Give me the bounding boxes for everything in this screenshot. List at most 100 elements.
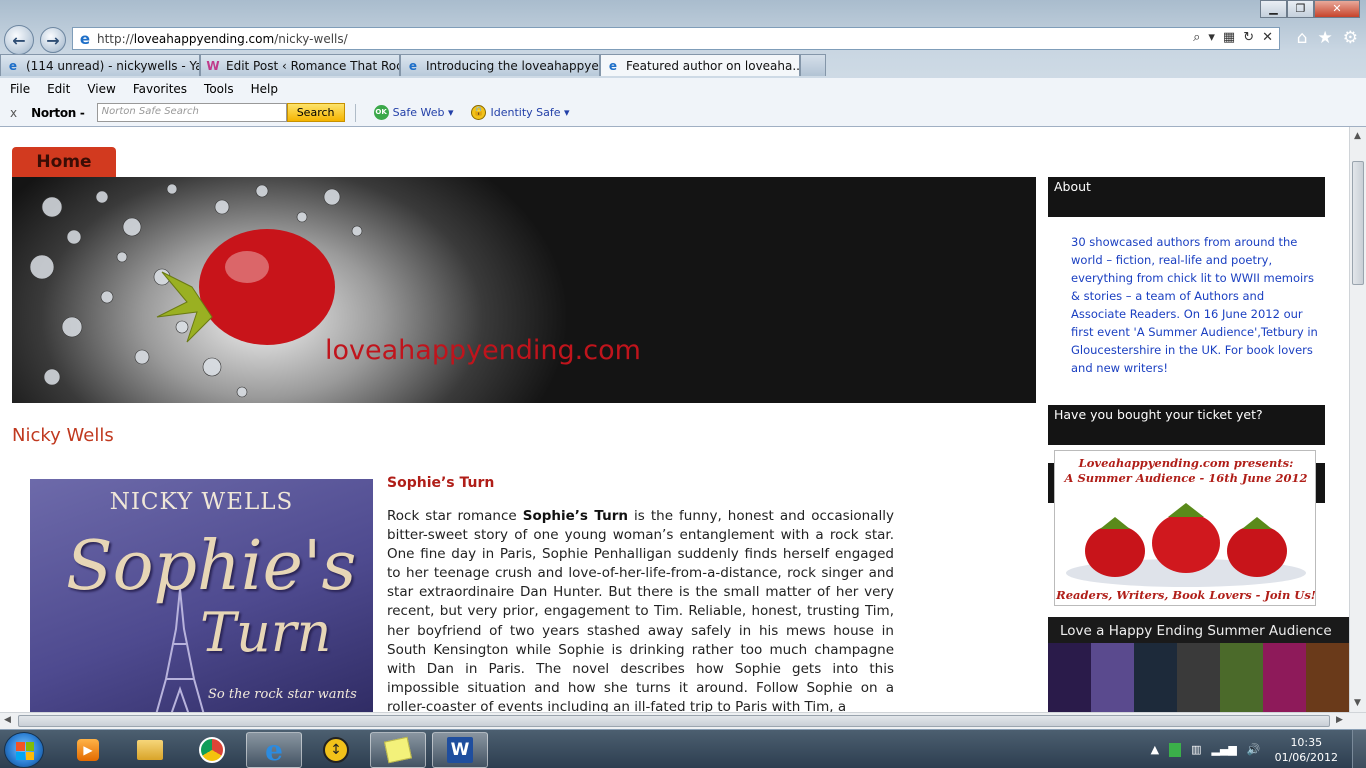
ie-tab-icon: e	[608, 58, 618, 73]
address-url: http://loveahappyending.com/nicky-wells/	[97, 31, 348, 46]
chrome-icon[interactable]	[184, 732, 240, 768]
scroll-down-icon[interactable]: ▼	[1354, 698, 1361, 708]
nav-home-tab[interactable]: Home	[12, 147, 116, 177]
tools-gear-icon[interactable]: ⚙	[1343, 28, 1358, 48]
norton-brand-menu[interactable]: Norton -	[31, 106, 85, 120]
tab-yahoo-mail[interactable]: e (114 unread) - nickywells - Yah...	[0, 54, 200, 76]
banner-site-title[interactable]: loveahappyending.com	[325, 335, 641, 366]
home-icon[interactable]: ⌂	[1297, 28, 1308, 48]
book-cover-tagline: So the rock star wants	[208, 687, 357, 702]
horizontal-scroll-thumb[interactable]	[18, 715, 1330, 727]
tab-label: Introducing the loveahappyen...	[426, 58, 600, 73]
post-title[interactable]: Sophie’s Turn	[387, 475, 494, 491]
start-button[interactable]	[4, 732, 44, 768]
menu-edit[interactable]: Edit	[47, 82, 70, 96]
norton-toolbar: x Norton - Norton Safe Search Search OK S…	[0, 99, 1366, 127]
sticky-notes-icon[interactable]	[370, 732, 426, 768]
forward-button[interactable]: →	[40, 27, 66, 53]
book-cover-image[interactable]: NICKY WELLS Sophie's Turn So the rock st…	[30, 479, 373, 712]
stop-icon[interactable]: ✕	[1262, 30, 1273, 45]
back-button[interactable]: ←	[4, 25, 34, 55]
norton-search-input[interactable]: Norton Safe Search	[96, 103, 287, 122]
battery-icon[interactable]	[1169, 742, 1182, 757]
menu-tools[interactable]: Tools	[204, 82, 234, 96]
explorer-folder-icon[interactable]	[122, 732, 178, 768]
norton-app-icon[interactable]: ↕	[308, 732, 364, 768]
media-player-icon[interactable]: ▶	[60, 732, 116, 768]
safe-web-button[interactable]: OK Safe Web ▾	[373, 105, 454, 120]
ie-tab-icon: e	[8, 58, 18, 73]
scroll-left-icon[interactable]: ◀	[4, 715, 11, 725]
tab-strip: e (114 unread) - nickywells - Yah... W Edi…	[0, 54, 826, 76]
page-viewport: Home loveahappyending.com Nicky Wells NI…	[0, 127, 1349, 712]
menu-bar: File Edit View Favorites Tools Help	[0, 78, 1366, 99]
norton-search-button[interactable]: Search	[286, 103, 345, 122]
horizontal-scrollbar[interactable]: ◀ ▶	[0, 712, 1366, 729]
clock-date: 01/06/2012	[1274, 750, 1338, 764]
ticket-widget-heading: Have you bought your ticket yet?	[1048, 405, 1325, 445]
book-cover-author: NICKY WELLS	[109, 489, 294, 515]
post-body-text: is the funny, honest and occasionally bi…	[387, 508, 894, 712]
author-heading[interactable]: Nicky Wells	[12, 425, 114, 446]
book-cover-title-2: Turn	[200, 601, 332, 664]
clock-time: 10:35	[1290, 735, 1323, 749]
signal-icon[interactable]: ▂▄▆	[1212, 743, 1237, 756]
safe-web-label: Safe Web ▾	[392, 106, 454, 119]
video-title[interactable]: Love a Happy Ending Summer Audience	[1060, 623, 1332, 639]
window-controls: ▁ ❐ ✕	[1260, 0, 1360, 18]
network-icon[interactable]: ▥	[1191, 743, 1201, 756]
maximize-button[interactable]: ❐	[1287, 0, 1314, 18]
windows-logo-icon	[16, 742, 34, 760]
tab-label: Edit Post ‹ Romance That Rock...	[226, 58, 399, 73]
taskbar-clock[interactable]: 10:35 01/06/2012	[1275, 735, 1338, 765]
minimize-button[interactable]: ▁	[1260, 0, 1287, 18]
menu-help[interactable]: Help	[251, 82, 278, 96]
menu-favorites[interactable]: Favorites	[133, 82, 187, 96]
volume-icon[interactable]: 🔊	[1247, 743, 1261, 756]
tab-featured-author[interactable]: eFeatured author on loveaha...✕	[600, 54, 800, 76]
strawberry-splash-illustration	[29, 183, 363, 398]
lock-icon: 🔒	[471, 105, 487, 120]
tab-edit-post[interactable]: W Edit Post ‹ Romance That Rock...	[200, 54, 400, 76]
menu-view[interactable]: View	[87, 82, 115, 96]
compat-view-icon[interactable]: ▦	[1223, 30, 1235, 45]
video-widget[interactable]: Love a Happy Ending Summer Audience	[1048, 617, 1349, 712]
system-tray: ▲ ▥ ▂▄▆ 🔊 10:35 01/06/2012	[1151, 730, 1366, 768]
tray-expand-icon[interactable]: ▲	[1151, 743, 1159, 756]
scroll-up-icon[interactable]: ▲	[1354, 131, 1361, 141]
favorites-star-icon[interactable]: ★	[1318, 28, 1333, 48]
refresh-icon[interactable]: ↻	[1243, 30, 1254, 45]
poster-line-3: Readers, Writers, Book Lovers - Join Us!	[1056, 588, 1316, 602]
book-cover-title-1: Sophie's	[66, 527, 357, 606]
browser-tool-icons: ⌂ ★ ⚙	[1297, 28, 1358, 48]
dropdown-icon[interactable]: ▾	[1208, 30, 1215, 45]
video-thumbnails	[1048, 643, 1349, 712]
toolbar-divider	[354, 103, 356, 122]
wordpress-tab-icon: W	[206, 58, 220, 73]
ie-tab-icon: e	[408, 58, 418, 73]
post-body-book-title: Sophie’s Turn	[522, 508, 629, 524]
about-widget-heading: About	[1048, 177, 1325, 217]
vertical-scroll-thumb[interactable]	[1352, 161, 1364, 285]
identity-safe-button[interactable]: 🔒 Identity Safe ▾	[471, 105, 570, 120]
show-desktop-button[interactable]	[1352, 730, 1366, 768]
ie-page-icon: e	[79, 29, 91, 48]
close-window-button[interactable]: ✕	[1314, 0, 1360, 18]
address-bar[interactable]: e http://loveahappyending.com/nicky-well…	[72, 27, 1280, 50]
site-banner: loveahappyending.com	[12, 177, 1036, 403]
norton-close-icon[interactable]: x	[10, 106, 17, 120]
menu-file[interactable]: File	[10, 82, 30, 96]
post-body-intro: Rock star romance	[387, 508, 523, 524]
new-tab-button[interactable]	[800, 54, 826, 76]
poster-line-1: Loveahappyending.com presents:	[1078, 456, 1294, 470]
scroll-right-icon[interactable]: ▶	[1336, 715, 1343, 725]
about-widget-text[interactable]: 30 showcased authors from around the wor…	[1071, 233, 1321, 377]
internet-explorer-icon[interactable]: e	[246, 732, 302, 768]
address-tools: ⌕ ▾ ▦ ↻ ✕	[1193, 30, 1273, 45]
browser-chrome: ▁ ❐ ✕ ← → e http://loveahappyending.com/…	[0, 0, 1366, 127]
vertical-scrollbar[interactable]: ▲ ▼	[1349, 127, 1366, 712]
summer-audience-poster[interactable]: Loveahappyending.com presents: A Summer …	[1054, 450, 1316, 606]
search-icon[interactable]: ⌕	[1193, 30, 1200, 45]
tab-introducing[interactable]: e Introducing the loveahappyen...	[400, 54, 600, 76]
word-icon[interactable]: W	[432, 732, 488, 768]
